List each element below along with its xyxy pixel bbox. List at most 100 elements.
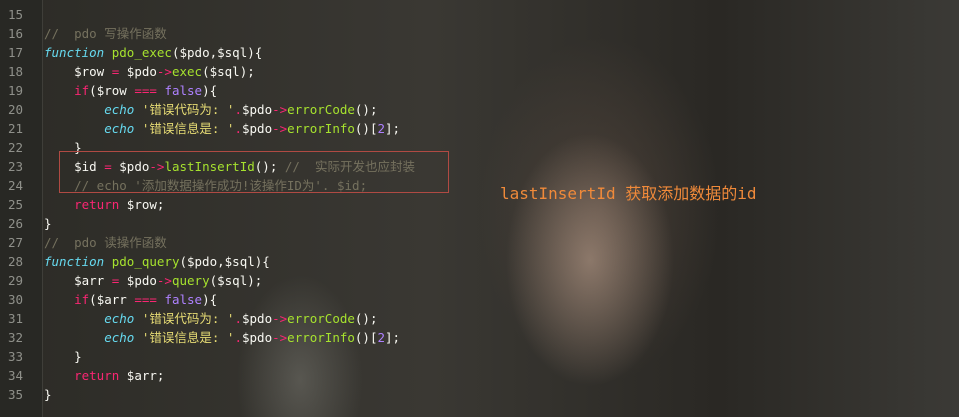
code-token: return [74, 197, 120, 212]
line-number: 21 [8, 121, 24, 136]
code-line[interactable]: 16 // pdo 写操作函数 [0, 24, 959, 43]
code-token: ){ [202, 292, 218, 307]
highlight-box [59, 151, 449, 193]
code-token: // pdo 读操作函数 [44, 235, 167, 250]
code-text: } [44, 347, 82, 366]
code-line[interactable]: 18 $row = $pdo->exec($sql); [0, 62, 959, 81]
code-line[interactable]: 27 // pdo 读操作函数 [0, 233, 959, 252]
code-token: echo [104, 102, 135, 117]
code-token: $pdo [119, 273, 157, 288]
code-line[interactable]: 35} [0, 385, 959, 404]
code-line[interactable]: 26} [0, 214, 959, 233]
code-line[interactable]: 31 echo '错误代码为: '.$pdo->errorCode(); [0, 309, 959, 328]
code-token: exec [171, 64, 203, 79]
code-token: ()[ [354, 121, 378, 136]
code-token: query [171, 273, 210, 288]
code-token: $pdo [242, 121, 273, 136]
code-token: $row [44, 64, 112, 79]
code-line[interactable]: 33 } [0, 347, 959, 366]
code-token: $pdo [242, 102, 273, 117]
code-token: $arr; [119, 368, 165, 383]
annotation-text: lastInsertId 获取添加数据的id [500, 184, 757, 203]
code-token: $pdo [242, 330, 273, 345]
code-token: false [164, 292, 203, 307]
code-token: (); [354, 102, 378, 117]
code-token: ($row [89, 83, 135, 98]
line-number: 16 [8, 26, 24, 41]
code-text: echo '错误信息是: '.$pdo->errorInfo()[2]; [44, 119, 400, 138]
code-text: } [44, 214, 52, 233]
code-text: // pdo 写操作函数 [44, 24, 167, 43]
code-token: function [44, 254, 105, 269]
code-token: return [74, 368, 120, 383]
code-token: function [44, 45, 105, 60]
line-number: 22 [8, 140, 24, 155]
line-number: 25 [8, 197, 24, 212]
code-token: ($pdo,$sql){ [179, 254, 270, 269]
line-number: 33 [8, 349, 24, 364]
line-number: 32 [8, 330, 24, 345]
code-token: errorCode [287, 311, 355, 326]
code-line[interactable]: 32 echo '错误信息是: '.$pdo->errorInfo()[2]; [0, 328, 959, 347]
code-token: (); [354, 311, 378, 326]
line-number: 26 [8, 216, 24, 231]
code-token: if [74, 83, 90, 98]
code-text: return $arr; [44, 366, 164, 385]
code-token: if [74, 292, 90, 307]
code-text: return $row; [44, 195, 164, 214]
code-line[interactable]: 17 function pdo_exec($pdo,$sql){ [0, 43, 959, 62]
code-token: ($arr [89, 292, 135, 307]
code-text: function pdo_exec($pdo,$sql){ [44, 43, 262, 62]
code-line[interactable]: 25 return $row; [0, 195, 959, 214]
line-number: 15 [8, 7, 24, 22]
code-line[interactable]: 34 return $arr; [0, 366, 959, 385]
code-text: } [44, 385, 52, 404]
code-token: ($sql); [202, 64, 255, 79]
code-text: $arr = $pdo->query($sql); [44, 271, 262, 290]
code-token: '错误信息是: ' [141, 121, 235, 136]
code-line[interactable]: 28 function pdo_query($pdo,$sql){ [0, 252, 959, 271]
code-text: $row = $pdo->exec($sql); [44, 62, 255, 81]
code-line[interactable]: 19 if($row === false){ [0, 81, 959, 100]
code-token: 2 [377, 121, 386, 136]
code-token: echo [104, 330, 135, 345]
code-line[interactable]: 20 echo '错误代码为: '.$pdo->errorCode(); [0, 100, 959, 119]
code-token: ()[ [354, 330, 378, 345]
code-line[interactable]: 29 $arr = $pdo->query($sql); [0, 271, 959, 290]
code-text: echo '错误代码为: '.$pdo->errorCode(); [44, 309, 377, 328]
line-number: 34 [8, 368, 24, 383]
code-token: '错误代码为: ' [141, 311, 235, 326]
code-line[interactable]: 30 if($arr === false){ [0, 290, 959, 309]
code-token: errorInfo [287, 330, 355, 345]
code-line[interactable]: 15 [0, 5, 959, 24]
code-token: ){ [202, 83, 218, 98]
code-token: -> [156, 273, 172, 288]
code-token: $pdo [119, 64, 157, 79]
line-number: 27 [8, 235, 24, 250]
code-line[interactable]: 21 echo '错误信息是: '.$pdo->errorInfo()[2]; [0, 119, 959, 138]
code-token: '错误代码为: ' [141, 102, 235, 117]
code-text: // pdo 读操作函数 [44, 233, 167, 252]
code-token: . [234, 330, 242, 345]
code-token: } [44, 216, 52, 231]
code-token: -> [156, 64, 172, 79]
line-number: 31 [8, 311, 24, 326]
code-token: } [44, 387, 52, 402]
code-token: $arr [44, 273, 112, 288]
line-number: 20 [8, 102, 24, 117]
code-token: . [234, 102, 242, 117]
code-token: false [164, 83, 203, 98]
code-token: ($sql); [209, 273, 263, 288]
line-number: 30 [8, 292, 24, 307]
